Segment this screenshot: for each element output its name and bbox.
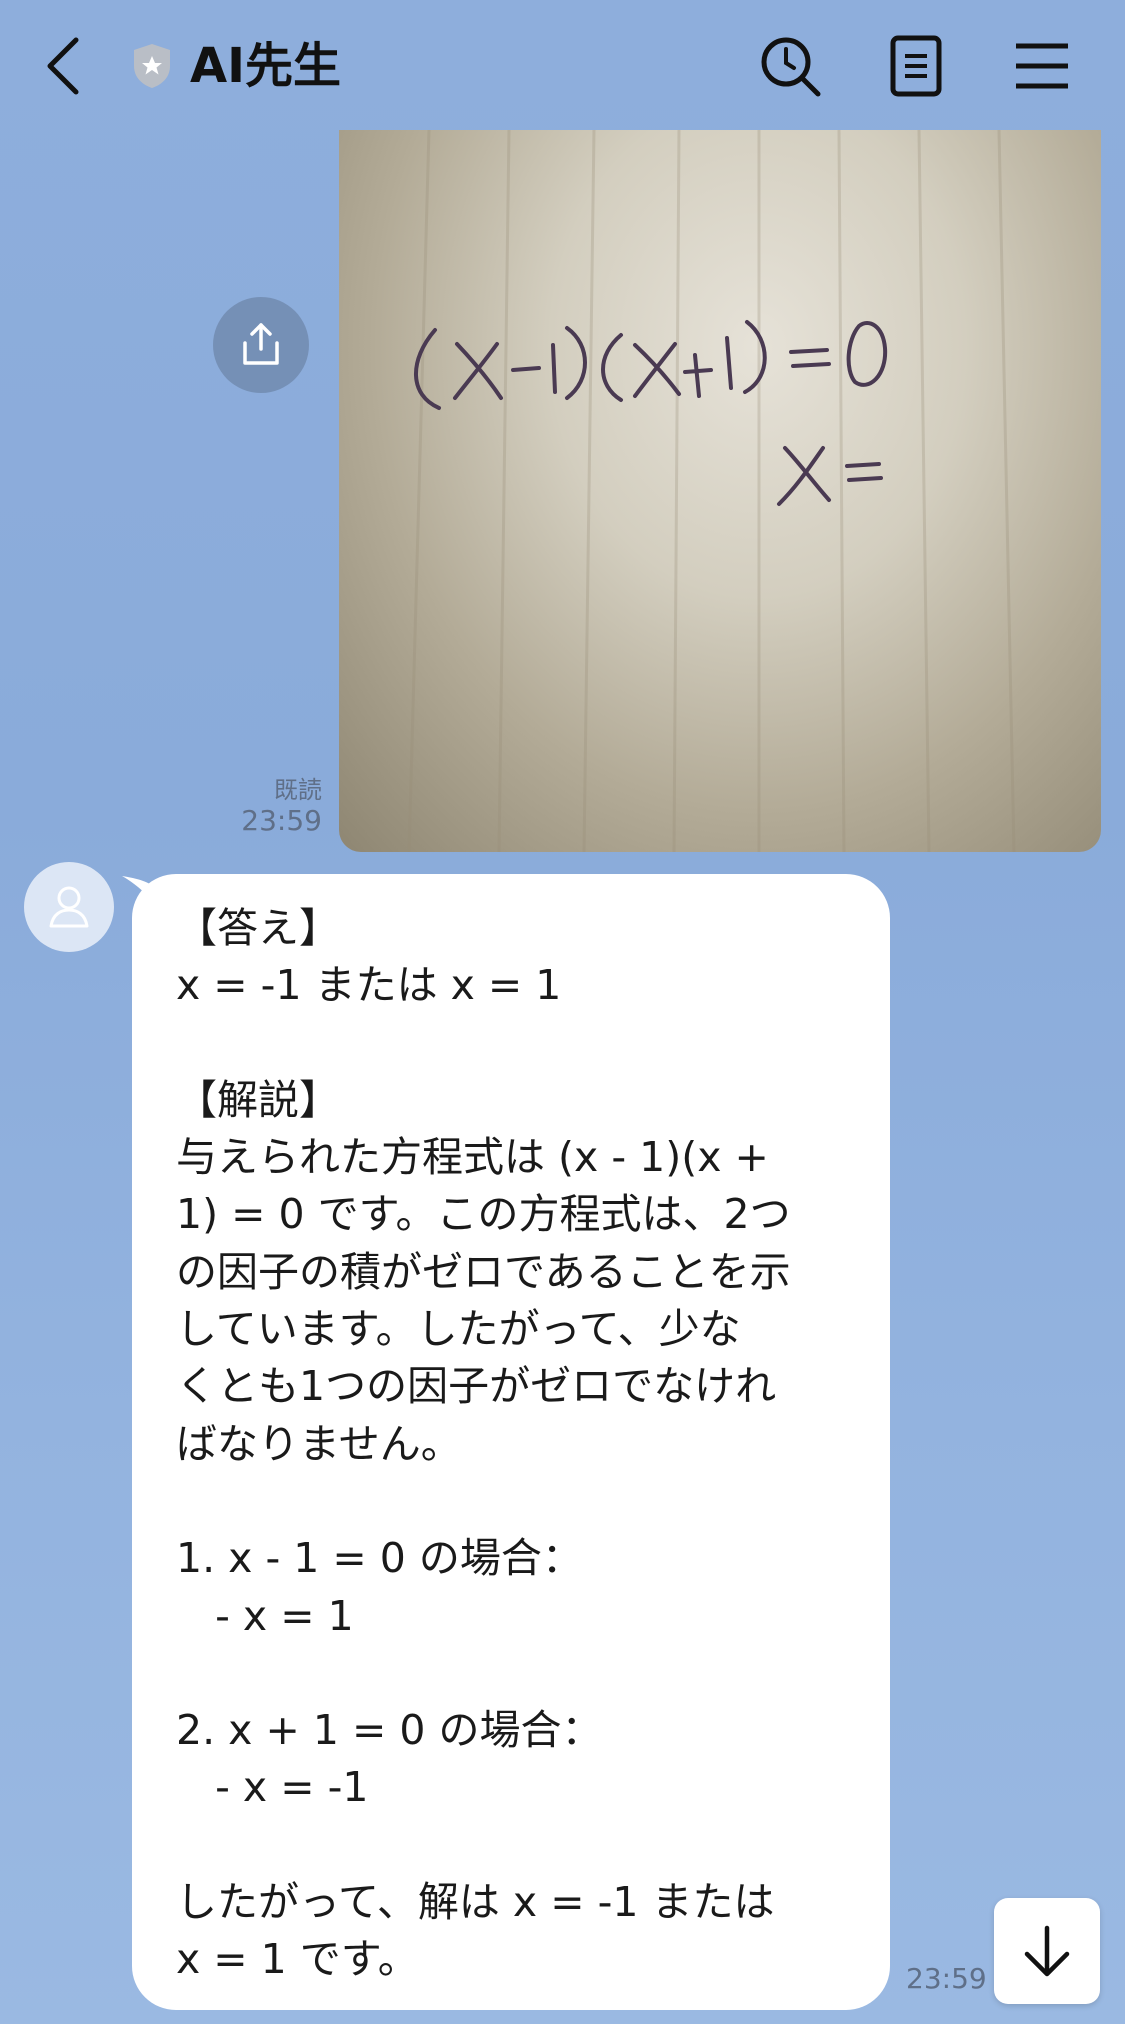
bot-avatar[interactable] [24, 862, 114, 952]
share-icon [243, 323, 279, 365]
chevron-left-icon [47, 37, 79, 95]
menu-icon [1016, 43, 1068, 89]
back-button[interactable] [40, 34, 90, 98]
sent-message-time: 23:59 [241, 804, 322, 837]
chat-header: AI先生 [0, 0, 1125, 130]
read-receipt: 既読 [274, 776, 322, 804]
search-icon [761, 37, 821, 97]
reply-message-bubble[interactable]: 【答え】 x = -1 または x = 1 【解説】 与えられた方程式は (x … [132, 874, 890, 2010]
menu-button[interactable] [1008, 32, 1076, 100]
shield-star-icon [134, 44, 170, 88]
sent-photo-message[interactable] [339, 130, 1101, 852]
reply-message-time: 23:59 [906, 1962, 987, 1995]
notes-button[interactable] [882, 32, 950, 100]
reply-message-text: 【答え】 x = -1 または x = 1 【解説】 与えられた方程式は (x … [176, 904, 791, 1984]
search-button[interactable] [756, 32, 824, 100]
notebook-photo [407, 130, 1016, 852]
person-icon [49, 886, 89, 928]
chat-title: AI先生 [190, 38, 342, 94]
arrow-down-icon [1024, 1925, 1070, 1977]
scroll-to-bottom-button[interactable] [994, 1898, 1100, 2004]
notes-icon [890, 35, 942, 97]
share-button[interactable] [213, 297, 309, 393]
